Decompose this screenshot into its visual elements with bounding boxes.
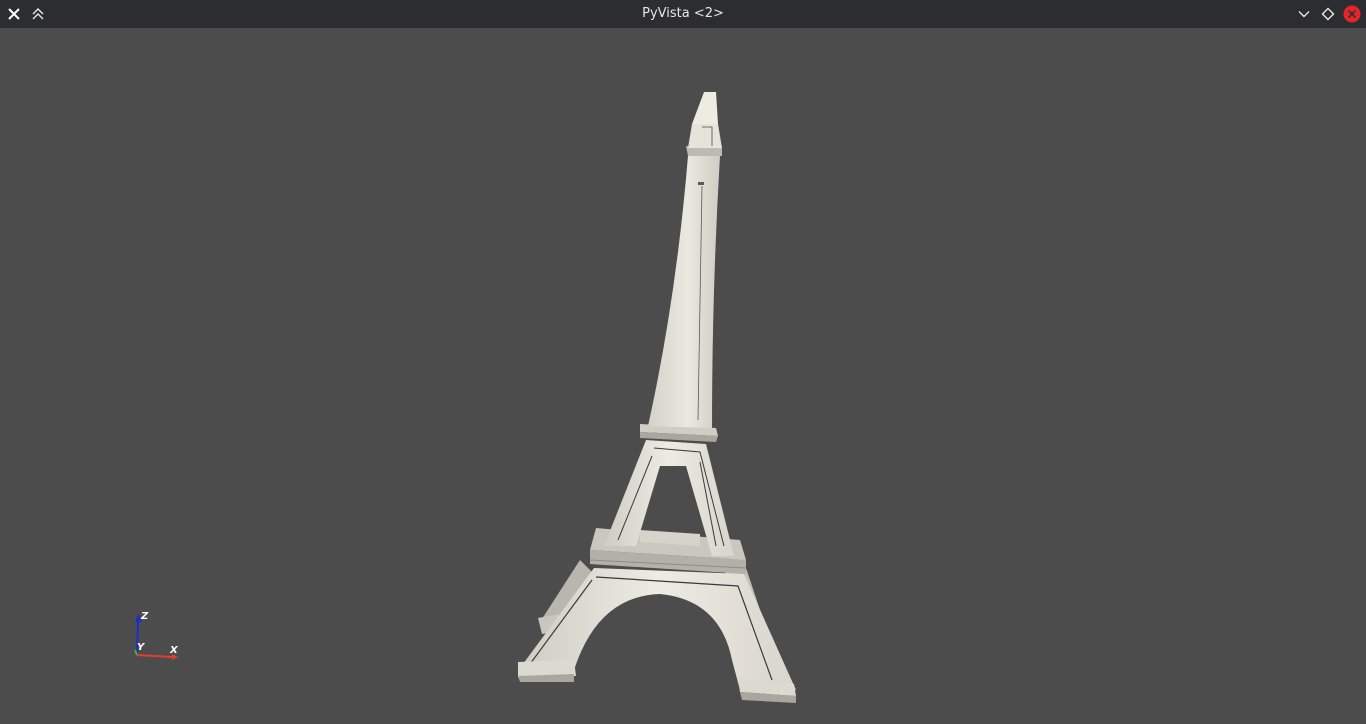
window-title: PyVista <2> — [642, 6, 724, 21]
y-axis-label: Y — [137, 642, 146, 653]
eiffel-tower-model[interactable] — [518, 92, 796, 703]
close-x-icon[interactable] — [4, 4, 24, 24]
z-axis-label: Z — [140, 611, 149, 622]
tower-tip — [692, 92, 718, 124]
keep-above-icon[interactable] — [28, 4, 48, 24]
tower-spire — [648, 156, 720, 428]
titlebar[interactable]: PyVista <2> — [0, 0, 1366, 28]
maximize-icon[interactable] — [1318, 4, 1338, 24]
render-viewport[interactable]: X Y Z — [0, 28, 1366, 724]
x-axis-line — [136, 654, 173, 658]
minimize-icon[interactable] — [1294, 4, 1314, 24]
close-icon[interactable] — [1342, 4, 1362, 24]
x-axis-label: X — [169, 645, 179, 656]
orientation-axes: X Y Z — [134, 611, 179, 660]
tower-spire-mark — [698, 182, 704, 185]
pyvista-window: PyVista <2> X Y Z — [0, 0, 1366, 724]
scene: X Y Z — [134, 92, 796, 703]
tower-top-cabin — [688, 124, 722, 148]
